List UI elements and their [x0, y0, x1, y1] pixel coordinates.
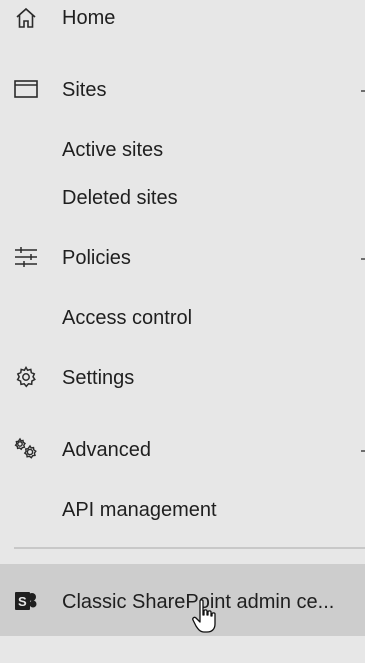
nav-item-deleted-sites-label: Deleted sites	[62, 187, 178, 209]
nav-item-access-control-label: Access control	[62, 307, 193, 329]
nav-item-deleted-sites[interactable]: Deleted sites	[0, 186, 365, 212]
left-navigation: Home Sites Active sites Deleted sites Po…	[0, 0, 365, 663]
nav-item-sites[interactable]: Sites	[0, 76, 365, 104]
window-icon	[13, 76, 39, 102]
nav-item-settings-label: Settings	[62, 367, 135, 389]
nav-item-home[interactable]: Home	[0, 4, 365, 32]
nav-item-advanced-label: Advanced	[62, 439, 151, 461]
chevron-icon	[361, 258, 365, 260]
sharepoint-icon: S	[13, 588, 39, 614]
nav-item-active-sites-label: Active sites	[62, 139, 164, 161]
svg-text:S: S	[18, 594, 27, 609]
home-icon	[13, 5, 39, 31]
nav-item-sites-label: Sites	[62, 79, 107, 101]
nav-item-api-management[interactable]: API management	[0, 498, 365, 524]
nav-item-settings[interactable]: Settings	[0, 364, 365, 392]
nav-item-classic-sharepoint-admin[interactable]: S Classic SharePoint admin ce...	[0, 564, 365, 636]
gears-icon	[13, 436, 39, 462]
nav-item-api-management-label: API management	[62, 499, 217, 521]
nav-item-advanced[interactable]: Advanced	[0, 436, 365, 464]
nav-divider	[14, 547, 365, 549]
chevron-icon	[361, 450, 365, 452]
nav-item-policies-label: Policies	[62, 247, 131, 269]
sliders-icon	[13, 244, 39, 270]
nav-item-active-sites[interactable]: Active sites	[0, 138, 365, 164]
hand-cursor-icon	[192, 598, 222, 636]
nav-item-policies[interactable]: Policies	[0, 244, 365, 272]
nav-item-home-label: Home	[62, 7, 116, 29]
chevron-icon	[361, 90, 365, 92]
nav-item-access-control[interactable]: Access control	[0, 306, 365, 332]
gear-icon	[13, 364, 39, 390]
